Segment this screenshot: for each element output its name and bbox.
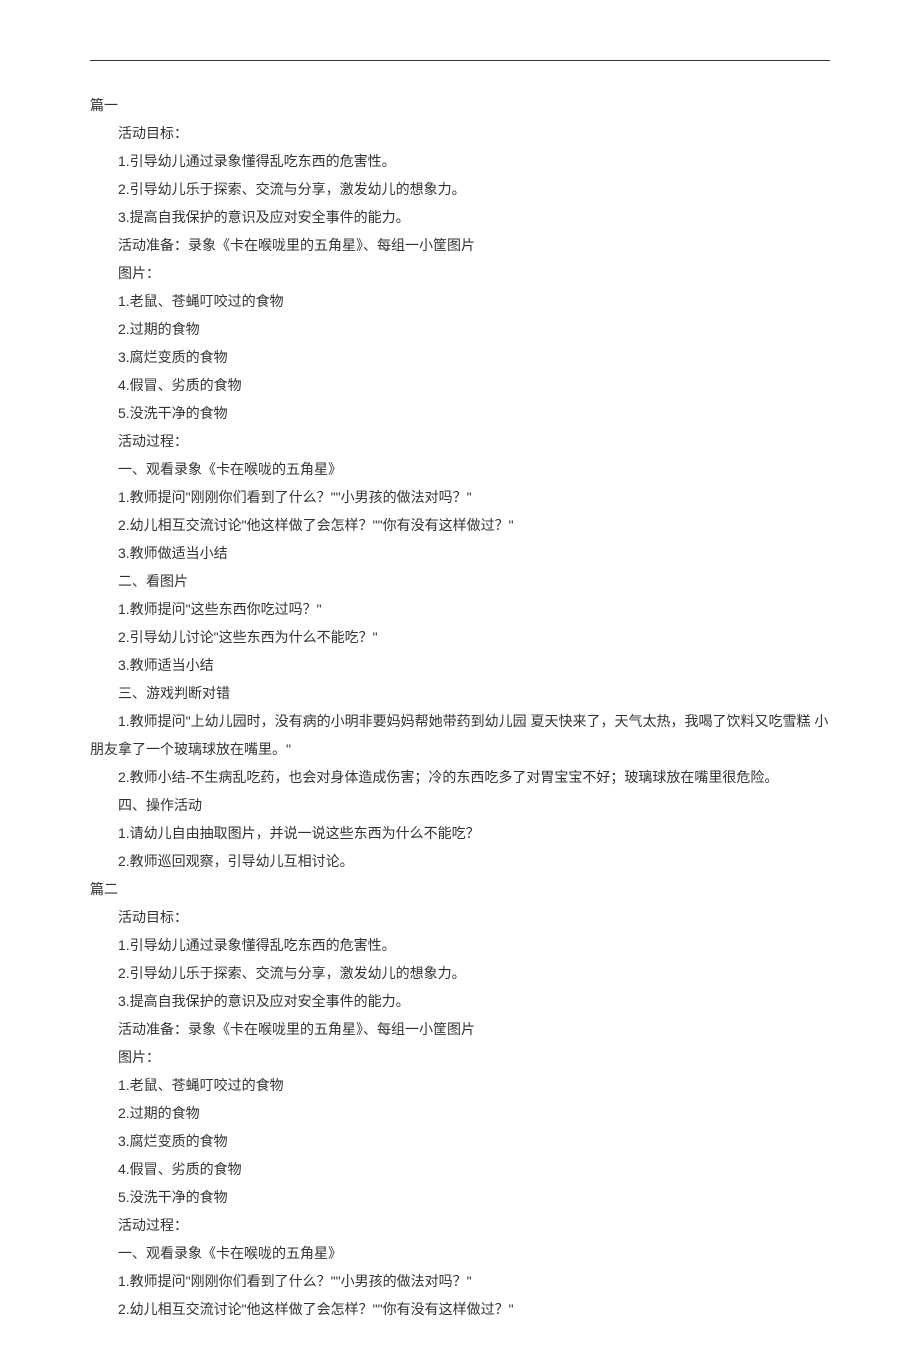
body-line: 2.幼儿相互交流讨论"他这样做了会怎样？""你有没有这样做过？" xyxy=(90,1295,830,1323)
document-body: 篇一活动目标：1.引导幼儿通过录象懂得乱吃东西的危害性。2.引导幼儿乐于探索、交… xyxy=(90,91,830,1323)
body-line: 1.引导幼儿通过录象懂得乱吃东西的危害性。 xyxy=(90,931,830,959)
body-line: 活动准备：录象《卡在喉咙里的五角星》、每组一小筐图片 xyxy=(90,1015,830,1043)
body-line: 2.过期的食物 xyxy=(90,1099,830,1127)
body-line: 活动过程： xyxy=(90,1211,830,1239)
body-line: 图片： xyxy=(90,1043,830,1071)
body-line: 3.腐烂变质的食物 xyxy=(90,343,830,371)
body-line: 2.引导幼儿乐于探索、交流与分享，激发幼儿的想象力。 xyxy=(90,959,830,987)
body-line: 活动目标： xyxy=(90,903,830,931)
body-line: 四、操作活动 xyxy=(90,791,830,819)
body-line: 4.假冒、劣质的食物 xyxy=(90,371,830,399)
body-line: 一、观看录象《卡在喉咙的五角星》 xyxy=(90,1239,830,1267)
body-line: 二、看图片 xyxy=(90,567,830,595)
section-title: 篇二 xyxy=(90,875,830,903)
body-line: 2.教师小结-不生病乱吃药，也会对身体造成伤害；冷的东西吃多了对胃宝宝不好；玻璃… xyxy=(90,763,830,791)
body-line: 1.教师提问"这些东西你吃过吗？" xyxy=(90,595,830,623)
document-page: 篇一活动目标：1.引导幼儿通过录象懂得乱吃东西的危害性。2.引导幼儿乐于探索、交… xyxy=(0,0,920,1363)
body-line: 3.教师适当小结 xyxy=(90,651,830,679)
body-line: 3.教师做适当小结 xyxy=(90,539,830,567)
body-line: 1.教师提问"刚刚你们看到了什么？""小男孩的做法对吗？" xyxy=(90,483,830,511)
body-line: 活动过程： xyxy=(90,427,830,455)
section-title: 篇一 xyxy=(90,91,830,119)
body-line: 活动目标： xyxy=(90,119,830,147)
body-line: 1.老鼠、苍蝇叮咬过的食物 xyxy=(90,287,830,315)
body-line: 3.提高自我保护的意识及应对安全事件的能力。 xyxy=(90,203,830,231)
body-line: 3.提高自我保护的意识及应对安全事件的能力。 xyxy=(90,987,830,1015)
body-line: 1.请幼儿自由抽取图片，并说一说这些东西为什么不能吃？ xyxy=(90,819,830,847)
body-line: 5.没洗干净的食物 xyxy=(90,399,830,427)
body-line: 4.假冒、劣质的食物 xyxy=(90,1155,830,1183)
body-line: 2.过期的食物 xyxy=(90,315,830,343)
body-line: 2.引导幼儿乐于探索、交流与分享，激发幼儿的想象力。 xyxy=(90,175,830,203)
body-line: 一、观看录象《卡在喉咙的五角星》 xyxy=(90,455,830,483)
body-line: 图片： xyxy=(90,259,830,287)
body-line: 1.教师提问"刚刚你们看到了什么？""小男孩的做法对吗？" xyxy=(90,1267,830,1295)
body-line: 活动准备：录象《卡在喉咙里的五角星》、每组一小筐图片 xyxy=(90,231,830,259)
body-line: 1.老鼠、苍蝇叮咬过的食物 xyxy=(90,1071,830,1099)
body-line: 2.幼儿相互交流讨论"他这样做了会怎样？""你有没有这样做过？" xyxy=(90,511,830,539)
body-line: 1.教师提问"上幼儿园时，没有病的小明非要妈妈帮她带药到幼儿园 夏天快来了，天气… xyxy=(90,707,830,763)
body-line: 2.教师巡回观察，引导幼儿互相讨论。 xyxy=(90,847,830,875)
body-line: 1.引导幼儿通过录象懂得乱吃东西的危害性。 xyxy=(90,147,830,175)
body-line: 5.没洗干净的食物 xyxy=(90,1183,830,1211)
body-line: 2.引导幼儿讨论"这些东西为什么不能吃？" xyxy=(90,623,830,651)
body-line: 3.腐烂变质的食物 xyxy=(90,1127,830,1155)
header-divider xyxy=(90,60,830,61)
body-line: 三、游戏判断对错 xyxy=(90,679,830,707)
